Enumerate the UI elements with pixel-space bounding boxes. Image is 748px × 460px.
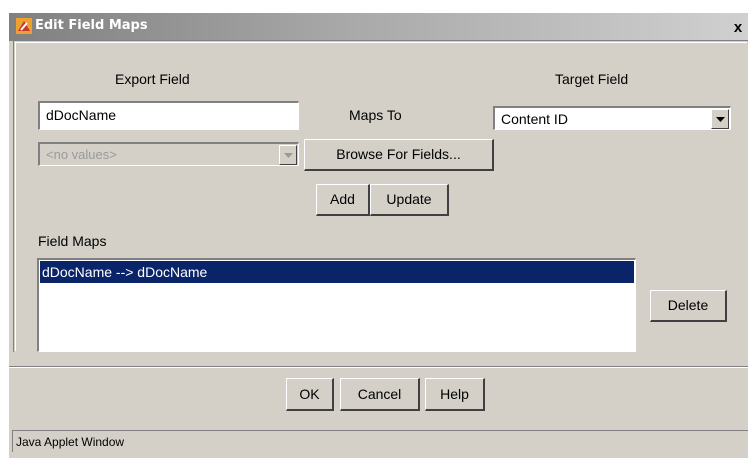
help-button[interactable]: Help: [425, 378, 485, 411]
cancel-button[interactable]: Cancel: [340, 378, 420, 411]
ok-button[interactable]: OK: [286, 378, 334, 411]
field-maps-label: Field Maps: [38, 233, 107, 249]
export-values-dropdown-arrow[interactable]: [279, 145, 297, 165]
maps-to-label: Maps To: [349, 107, 402, 123]
update-button[interactable]: Update: [370, 184, 449, 216]
app-icon: [16, 18, 32, 34]
export-values-select[interactable]: <no values>: [38, 142, 299, 166]
browse-for-fields-button[interactable]: Browse For Fields...: [304, 139, 494, 171]
chevron-down-icon: [284, 153, 293, 158]
title-bar[interactable]: Edit Field Maps x: [9, 13, 748, 41]
field-maps-list[interactable]: dDocName --> dDocName: [37, 258, 636, 352]
window-title: Edit Field Maps: [35, 18, 148, 33]
target-field-label: Target Field: [555, 71, 629, 87]
chevron-down-icon: [716, 117, 725, 122]
list-item[interactable]: dDocName --> dDocName: [40, 261, 634, 283]
export-field-input[interactable]: dDocName: [38, 101, 299, 130]
target-field-value: Content ID: [501, 111, 568, 127]
status-bar: Java Applet Window: [12, 430, 748, 452]
export-values-value: <no values>: [46, 147, 117, 162]
close-icon[interactable]: x: [729, 19, 747, 37]
divider: [9, 366, 748, 368]
add-button[interactable]: Add: [316, 184, 370, 216]
delete-button[interactable]: Delete: [650, 290, 727, 322]
target-field-select[interactable]: Content ID: [493, 106, 731, 130]
target-field-dropdown-arrow[interactable]: [711, 109, 729, 129]
export-field-label: Export Field: [115, 71, 190, 87]
